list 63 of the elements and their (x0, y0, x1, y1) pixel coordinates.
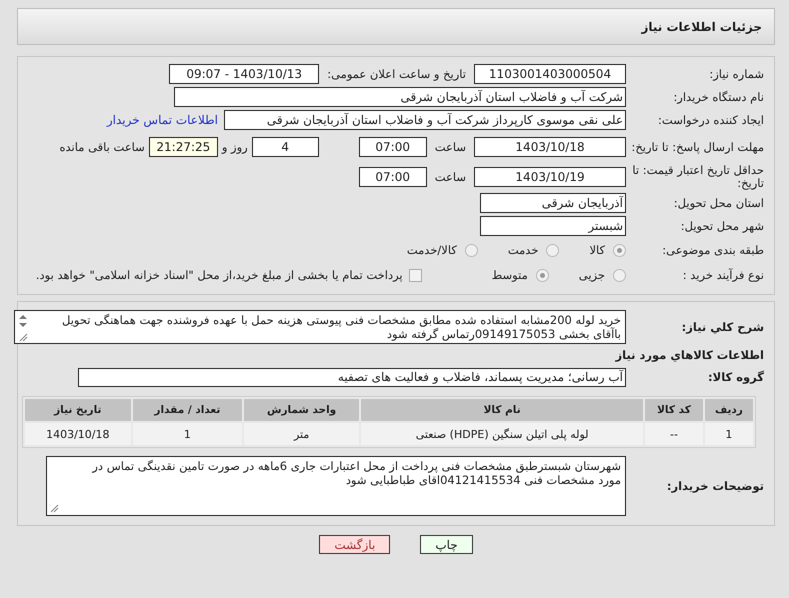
field-label: توضیحات خریدار: (666, 480, 765, 492)
radio-button[interactable] (536, 268, 549, 282)
radio-button[interactable] (613, 268, 626, 282)
table-cell: متر (244, 423, 360, 445)
field-label: تاریخ و ساعت اعلان عمومی: (327, 67, 466, 81)
radio-label: خدمت (508, 243, 538, 257)
remaining-time-field: 21:27:25 (148, 137, 218, 157)
goods-group-field: آب رسانی؛ مدیریت پسماند، فاضلاب و فعالیت های تصفیه (78, 368, 626, 386)
creator-field: علی نقی موسوی کارپرداز شرکت آب و فاضلاب استان آذربایجان شرقی (224, 110, 626, 130)
table-cell: لوله پلی اتیلن سنگین (HDPE) صنعتی (361, 423, 644, 445)
page-title: جزئیات اطلاعات نیاز (17, 8, 775, 45)
table-cell: 1 (132, 423, 242, 445)
checkbox[interactable] (408, 268, 422, 282)
column-header: تعداد / مقدار (132, 399, 242, 421)
contact-link[interactable]: اطلاعات تماس خریدار (106, 113, 218, 127)
column-header: ردیف (704, 399, 753, 421)
column-header: نام کالا (361, 399, 644, 421)
back-button[interactable]: بازگشت (319, 535, 390, 554)
need-number-field: 1103001403000504 (474, 64, 626, 84)
field-label: حداقل تاریخ اعتبار قیمت: تا تاریخ: (631, 164, 765, 190)
announce-date-field: 1403/10/13 - 09:07 (169, 64, 320, 84)
field-label: روز و (222, 140, 248, 154)
radio-label: متوسط (492, 268, 528, 282)
field-label: طبقه بندی موضوعی: (661, 244, 765, 256)
table-cell: 1403/10/18 (25, 423, 131, 445)
time-field: 07:00 (358, 137, 427, 157)
radio-label: کالا/خدمت (406, 243, 457, 257)
field-label: ایجاد کننده درخواست: (657, 114, 765, 126)
province-field: آذربایجان شرقی (480, 193, 626, 213)
scroll-arrows-icon (18, 314, 28, 342)
city-field: شبستر (480, 216, 626, 236)
field-label: ساعت (434, 170, 466, 184)
buyer-notes-box: شهرستان شبسترطبق مشخصات فنی پرداخت از محل اعتبارات جاری 6ماهه در صورت تامین نقدینگی تماس در مورد مشخصات فنی 04121415534اقای طباطبایی شود (46, 456, 626, 516)
checkbox-label: پرداخت تمام یا بخشی از مبلغ خرید،از محل "اسناد خزانه اسلامی" خواهد بود. (36, 268, 403, 282)
days-field: 4 (252, 137, 319, 157)
resize-grip-icon (50, 504, 59, 513)
radio-button[interactable] (464, 244, 478, 256)
field-label: نام دستگاه خریدار: (672, 90, 765, 104)
date-field: 1403/10/19 (474, 167, 626, 187)
field-label: مهلت ارسال پاسخ: تا تاریخ: (630, 140, 765, 154)
buyer-field: شرکت آب و فاضلاب استان آذربایجان شرقی (174, 87, 626, 107)
column-header: کد کالا (645, 399, 703, 421)
field-label: گروه کالا: (707, 370, 765, 384)
time-field: 07:00 (358, 167, 427, 187)
radio-button[interactable] (546, 244, 560, 256)
section-heading: اطلاعات كالاهاي مورد نياز (614, 348, 765, 362)
print-button[interactable]: چاپ (420, 535, 473, 554)
column-header: واحد شمارش (244, 399, 360, 421)
radio-label: جزیی (578, 268, 605, 282)
field-label: شماره نیاز: (708, 68, 765, 80)
table-cell: 1 (704, 423, 753, 445)
field-label: شهر محل تحویل: (680, 220, 765, 232)
field-label: ساعت باقی مانده (60, 140, 145, 154)
radio-label: كالا (589, 243, 605, 257)
field-label: نوع فرآیند خرید : (682, 268, 765, 282)
description-box: خرید لوله 200مشابه استفاده شده مطابق مشخصات فنی پیوستی هزینه حمل با عهده فروشنده جهت هماهنگی تحویل باآقای بخشی 09149175053رتماس گرفته شود (14, 310, 626, 344)
radio-button[interactable] (613, 244, 626, 256)
field-label: استان محل تحویل: (672, 196, 765, 210)
table-cell: -- (645, 423, 703, 445)
field-label: شرح كلي نياز: (680, 320, 765, 334)
column-header: تاریخ نیاز (25, 399, 131, 421)
field-label: ساعت (434, 140, 466, 154)
date-field: 1403/10/18 (474, 137, 626, 157)
